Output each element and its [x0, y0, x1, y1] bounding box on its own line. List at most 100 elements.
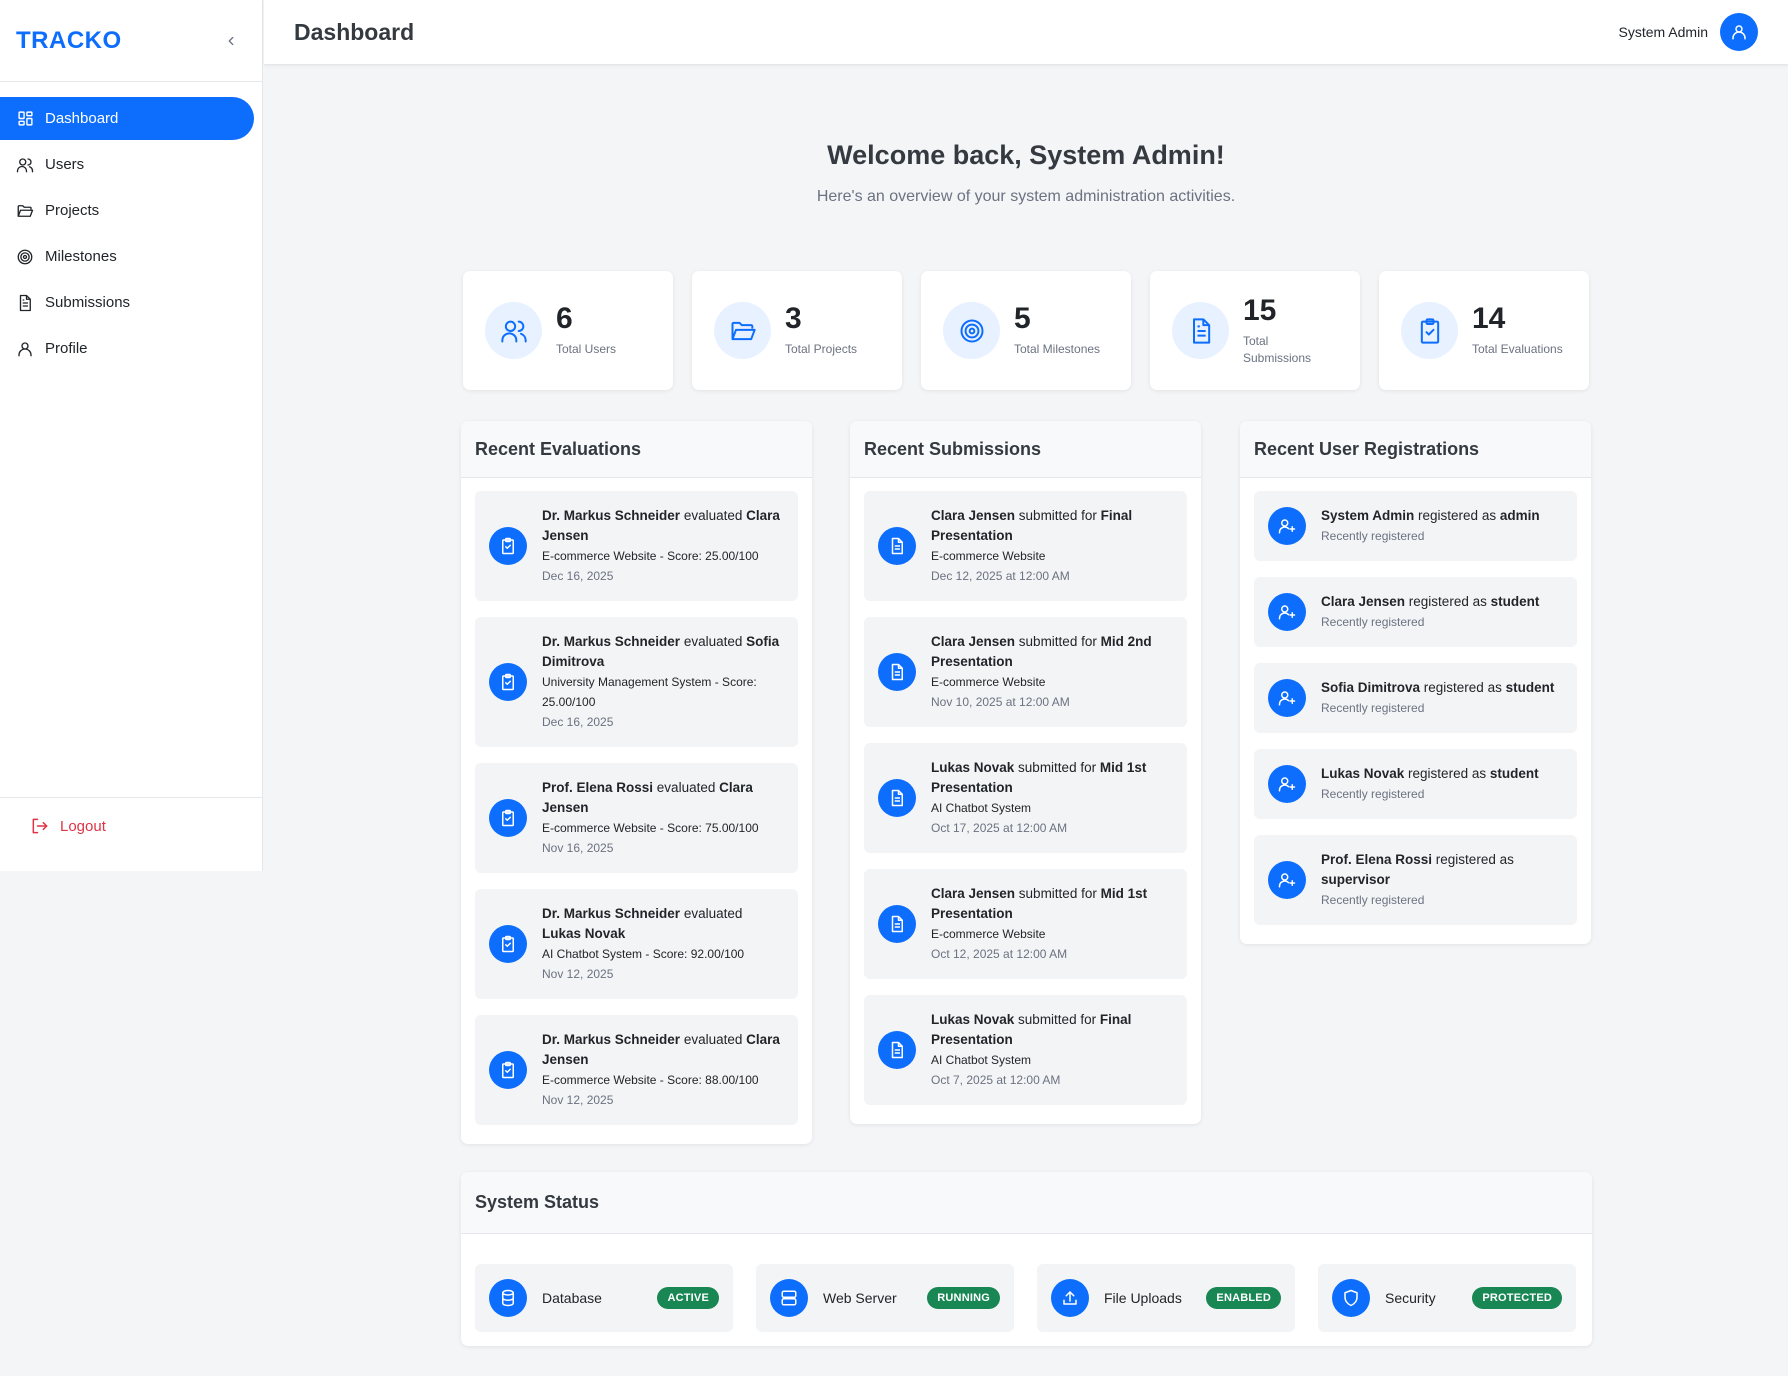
- evaluator-name: Dr. Markus Schneider: [542, 634, 681, 649]
- sidebar-nav: Dashboard Users Projects Milestones Subm…: [0, 82, 262, 370]
- user-plus-icon: [1268, 507, 1306, 545]
- sidebar-item-submissions[interactable]: Submissions: [0, 281, 254, 324]
- evaluation-item[interactable]: Prof. Elena Rossi evaluated Clara Jensen…: [475, 763, 798, 873]
- document-icon: [878, 779, 916, 817]
- evaluation-item[interactable]: Dr. Markus Schneider evaluated Clara Jen…: [475, 491, 798, 601]
- clipboard-check-icon: [489, 799, 527, 837]
- verb: registered as: [1420, 680, 1506, 695]
- user-name: Lukas Novak: [1321, 766, 1405, 781]
- document-icon: [878, 905, 916, 943]
- registration-item[interactable]: Clara Jensen registered as student Recen…: [1254, 577, 1577, 647]
- status-item-web-server: Web Server RUNNING: [756, 1264, 1014, 1332]
- sidebar-footer: Logout: [0, 797, 262, 842]
- registration-note: Recently registered: [1321, 893, 1425, 907]
- registration-note: Recently registered: [1321, 787, 1425, 801]
- submission-item[interactable]: Lukas Novak submitted for Final Presenta…: [864, 995, 1187, 1105]
- user-name: System Admin: [1618, 24, 1708, 40]
- collapse-sidebar-button[interactable]: [216, 26, 246, 56]
- verb: evaluated: [680, 1032, 747, 1047]
- sidebar-item-users[interactable]: Users: [0, 143, 254, 186]
- user-name: Prof. Elena Rossi: [1321, 852, 1433, 867]
- folder-icon: [714, 302, 771, 359]
- submission-item[interactable]: Clara Jensen submitted for Mid 2nd Prese…: [864, 617, 1187, 727]
- project-name: AI Chatbot System: [931, 1053, 1032, 1067]
- student-name: Clara Jensen: [931, 508, 1016, 523]
- registration-note: Recently registered: [1321, 701, 1425, 715]
- evaluator-name: Dr. Markus Schneider: [542, 508, 681, 523]
- target-icon: [943, 302, 1000, 359]
- user-plus-icon: [1268, 861, 1306, 899]
- user-menu[interactable]: System Admin: [1619, 13, 1758, 51]
- project-name: AI Chatbot System: [931, 801, 1032, 815]
- document-icon: [878, 1031, 916, 1069]
- dashboard-icon: [16, 110, 34, 128]
- sidebar-item-profile[interactable]: Profile: [0, 327, 254, 370]
- evaluation-item[interactable]: Dr. Markus Schneider evaluated Clara Jen…: [475, 1015, 798, 1125]
- sidebar-item-label: Profile: [45, 340, 88, 357]
- verb: evaluated: [680, 906, 743, 921]
- status-badge: ACTIVE: [657, 1287, 719, 1309]
- status-item-file-uploads: File Uploads ENABLED: [1037, 1264, 1295, 1332]
- panel-title: System Status: [461, 1172, 1592, 1234]
- brand-logo[interactable]: TRACKO: [16, 27, 122, 55]
- avatar[interactable]: [1720, 13, 1758, 51]
- user-role: supervisor: [1321, 872, 1391, 887]
- sidebar-item-projects[interactable]: Projects: [0, 189, 254, 232]
- verb: submitted for: [1015, 634, 1101, 649]
- registration-note: Recently registered: [1321, 615, 1425, 629]
- panel-title: Recent User Registrations: [1240, 421, 1591, 478]
- logout-button[interactable]: Logout: [30, 810, 262, 842]
- verb: evaluated: [680, 634, 747, 649]
- stat-label: Total Milestones: [1014, 342, 1101, 357]
- registration-item[interactable]: Lukas Novak registered as student Recent…: [1254, 749, 1577, 819]
- user-name: Sofia Dimitrova: [1321, 680, 1421, 695]
- stat-card-projects: 3 Total Projects: [692, 271, 902, 390]
- user-role: student: [1489, 766, 1539, 781]
- document-icon: [878, 527, 916, 565]
- welcome-title: Welcome back, System Admin!: [827, 140, 1225, 170]
- user-role: student: [1505, 680, 1555, 695]
- evaluation-detail: E-commerce Website - Score: 25.00/100: [542, 549, 759, 563]
- user-icon: [16, 340, 34, 358]
- user-icon: [1732, 25, 1746, 40]
- submission-item[interactable]: Lukas Novak submitted for Mid 1st Presen…: [864, 743, 1187, 853]
- submission-date: Oct 7, 2025 at 12:00 AM: [931, 1073, 1061, 1087]
- submission-date: Nov 10, 2025 at 12:00 AM: [931, 695, 1070, 709]
- stat-label: Total Submissions: [1243, 333, 1312, 365]
- student-name: Lukas Novak: [931, 1012, 1015, 1027]
- status-badge: ENABLED: [1206, 1287, 1281, 1309]
- project-name: E-commerce Website: [931, 675, 1046, 689]
- users-icon: [485, 302, 542, 359]
- registration-item[interactable]: Prof. Elena Rossi registered as supervis…: [1254, 835, 1577, 925]
- evaluator-name: Dr. Markus Schneider: [542, 906, 681, 921]
- sidebar-item-label: Dashboard: [45, 110, 119, 127]
- document-icon: [1172, 302, 1229, 359]
- evaluation-detail: E-commerce Website - Score: 75.00/100: [542, 821, 759, 835]
- sidebar-header: TRACKO: [0, 0, 262, 82]
- status-name: File Uploads: [1104, 1290, 1182, 1306]
- sidebar-item-label: Projects: [45, 202, 100, 219]
- stat-value: 15: [1243, 293, 1277, 327]
- status-item-database: Database ACTIVE: [475, 1264, 733, 1332]
- submission-item[interactable]: Clara Jensen submitted for Mid 1st Prese…: [864, 869, 1187, 979]
- top-bar: Dashboard System Admin: [264, 0, 1788, 65]
- evaluation-item[interactable]: Dr. Markus Schneider evaluated Lukas Nov…: [475, 889, 798, 999]
- clipboard-check-icon: [489, 925, 527, 963]
- registration-item[interactable]: System Admin registered as admin Recentl…: [1254, 491, 1577, 561]
- registration-item[interactable]: Sofia Dimitrova registered as student Re…: [1254, 663, 1577, 733]
- verb: submitted for: [1014, 1012, 1100, 1027]
- sidebar: TRACKO Dashboard Users Projects Mileston…: [0, 0, 263, 871]
- submission-item[interactable]: Clara Jensen submitted for Final Present…: [864, 491, 1187, 601]
- submission-date: Oct 12, 2025 at 12:00 AM: [931, 947, 1068, 961]
- user-plus-icon: [1268, 679, 1306, 717]
- sidebar-item-label: Submissions: [45, 294, 131, 311]
- project-name: E-commerce Website: [931, 927, 1046, 941]
- stat-label: Total Users: [556, 342, 617, 357]
- sidebar-item-dashboard[interactable]: Dashboard: [0, 97, 254, 140]
- folder-icon: [16, 202, 34, 220]
- verb: submitted for: [1014, 760, 1100, 775]
- verb: registered as: [1432, 852, 1514, 867]
- evaluation-item[interactable]: Dr. Markus Schneider evaluated Sofia Dim…: [475, 617, 798, 747]
- sidebar-item-milestones[interactable]: Milestones: [0, 235, 254, 278]
- system-status-panel: System Status Database ACTIVE Web Server…: [461, 1172, 1592, 1346]
